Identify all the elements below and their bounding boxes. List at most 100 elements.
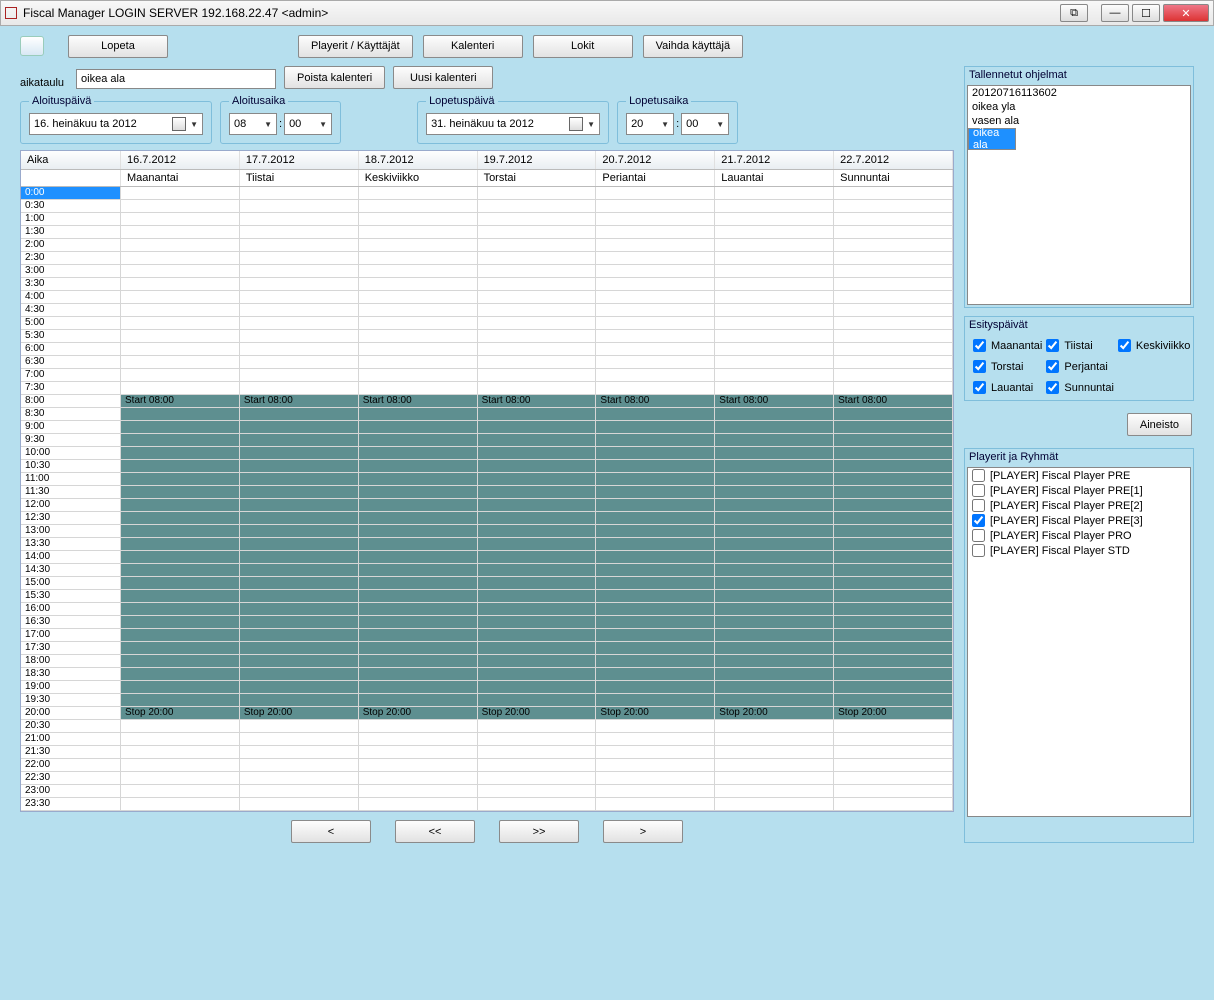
calendar-cell[interactable] <box>834 330 953 343</box>
calendar-cell[interactable] <box>240 343 359 356</box>
calendar-cell[interactable] <box>596 278 715 291</box>
calendar-cell[interactable] <box>359 473 478 486</box>
time-slot-row[interactable]: 6:00 <box>21 343 953 356</box>
calendar-cell[interactable] <box>834 655 953 668</box>
calendar-cell[interactable] <box>715 798 834 811</box>
calendar-cell[interactable] <box>121 538 240 551</box>
saved-program-item[interactable]: vasen ala <box>968 114 1190 128</box>
time-slot-row[interactable]: 9:30 <box>21 434 953 447</box>
calendar-cell[interactable] <box>240 538 359 551</box>
time-slot-row[interactable]: 7:30 <box>21 382 953 395</box>
calendar-cell[interactable] <box>121 408 240 421</box>
calendar-cell[interactable] <box>478 785 597 798</box>
calendar-cell[interactable] <box>596 226 715 239</box>
calendar-cell[interactable] <box>715 759 834 772</box>
calendar-cell[interactable] <box>240 798 359 811</box>
time-slot-row[interactable]: 12:00 <box>21 499 953 512</box>
time-slot-row[interactable]: 19:30 <box>21 694 953 707</box>
calendar-cell[interactable] <box>121 213 240 226</box>
calendar-cell[interactable] <box>121 239 240 252</box>
calendar-cell[interactable] <box>121 434 240 447</box>
calendar-cell[interactable] <box>715 291 834 304</box>
calendar-cell[interactable] <box>240 655 359 668</box>
calendar-cell[interactable] <box>715 551 834 564</box>
time-slot-row[interactable]: 3:30 <box>21 278 953 291</box>
calendar-cell[interactable] <box>359 265 478 278</box>
calendar-cell[interactable] <box>715 187 834 200</box>
calendar-cell[interactable] <box>715 213 834 226</box>
calendar-cell[interactable] <box>478 460 597 473</box>
time-slot-row[interactable]: 20:00Stop 20:00Stop 20:00Stop 20:00Stop … <box>21 707 953 720</box>
calendar-cell[interactable] <box>121 577 240 590</box>
calendar-cell[interactable] <box>121 356 240 369</box>
calendar-cell[interactable] <box>240 551 359 564</box>
time-slot-row[interactable]: 2:30 <box>21 252 953 265</box>
calendar-cell[interactable] <box>121 759 240 772</box>
calendar-cell[interactable] <box>240 486 359 499</box>
calendar-cell[interactable] <box>715 616 834 629</box>
calendar-cell[interactable] <box>834 317 953 330</box>
players-groups-list[interactable]: [PLAYER] Fiscal Player PRE[PLAYER] Fisca… <box>967 467 1191 817</box>
calendar-cell[interactable] <box>240 291 359 304</box>
calendar-cell[interactable] <box>359 681 478 694</box>
close-button[interactable]: ✕ <box>1163 4 1209 22</box>
calendar-cell[interactable] <box>834 551 953 564</box>
calendar-cell[interactable] <box>359 187 478 200</box>
calendar-cell[interactable] <box>478 473 597 486</box>
calendar-cell[interactable] <box>478 408 597 421</box>
calendar-cell[interactable] <box>715 382 834 395</box>
calendar-cell[interactable] <box>359 733 478 746</box>
calendar-cell[interactable] <box>240 408 359 421</box>
calendar-cell[interactable] <box>240 434 359 447</box>
calendar-cell[interactable] <box>478 382 597 395</box>
calendar-cell[interactable] <box>121 317 240 330</box>
calendar-cell[interactable] <box>596 252 715 265</box>
calendar-cell[interactable] <box>240 499 359 512</box>
calendar-cell[interactable] <box>359 213 478 226</box>
calendar-cell[interactable] <box>121 447 240 460</box>
popout-icon[interactable]: ⧉ <box>1060 4 1088 22</box>
time-slot-row[interactable]: 12:30 <box>21 512 953 525</box>
calendar-cell[interactable] <box>478 746 597 759</box>
calendar-cell[interactable] <box>121 642 240 655</box>
calendar-cell[interactable] <box>834 421 953 434</box>
calendar-cell[interactable]: Stop 20:00 <box>715 707 834 720</box>
time-slot-row[interactable]: 13:00 <box>21 525 953 538</box>
calendar-cell[interactable] <box>478 499 597 512</box>
calendar-cell[interactable] <box>478 512 597 525</box>
calendar-cell[interactable] <box>715 317 834 330</box>
calendar-cell[interactable] <box>478 525 597 538</box>
calendar-cell[interactable] <box>121 382 240 395</box>
calendar-cell[interactable] <box>596 629 715 642</box>
time-slot-row[interactable]: 23:00 <box>21 785 953 798</box>
calendar-cell[interactable] <box>121 330 240 343</box>
calendar-cell[interactable] <box>596 551 715 564</box>
calendar-cell[interactable]: Stop 20:00 <box>121 707 240 720</box>
calendar-cell[interactable] <box>121 369 240 382</box>
time-slot-row[interactable]: 21:00 <box>21 733 953 746</box>
calendar-cell[interactable] <box>121 486 240 499</box>
calendar-cell[interactable] <box>596 798 715 811</box>
calendar-cell[interactable] <box>715 512 834 525</box>
calendar-cell[interactable]: Stop 20:00 <box>240 707 359 720</box>
calendar-cell[interactable] <box>359 759 478 772</box>
calendar-cell[interactable] <box>240 473 359 486</box>
calendar-cell[interactable] <box>359 655 478 668</box>
calendar-cell[interactable] <box>715 642 834 655</box>
calendar-cell[interactable] <box>596 759 715 772</box>
calendar-cell[interactable] <box>715 369 834 382</box>
calendar-cell[interactable] <box>359 252 478 265</box>
calendar-cell[interactable] <box>834 304 953 317</box>
calendar-cell[interactable] <box>240 590 359 603</box>
calendar-cell[interactable] <box>834 577 953 590</box>
calendar-cell[interactable] <box>121 291 240 304</box>
calendar-cell[interactable] <box>478 577 597 590</box>
time-slot-row[interactable]: 0:30 <box>21 200 953 213</box>
time-slot-row[interactable]: 16:00 <box>21 603 953 616</box>
calendar-cell[interactable] <box>121 525 240 538</box>
calendar-cell[interactable] <box>715 239 834 252</box>
calendar-cell[interactable] <box>834 213 953 226</box>
calendar-cell[interactable] <box>240 421 359 434</box>
calendar-cell[interactable] <box>834 434 953 447</box>
calendar-cell[interactable] <box>834 525 953 538</box>
